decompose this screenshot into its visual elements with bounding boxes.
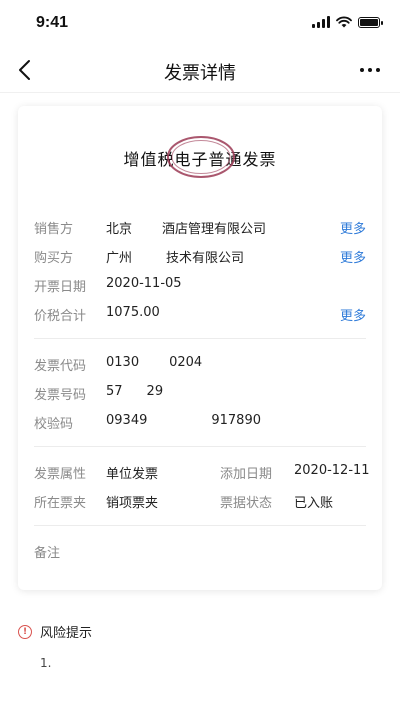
folder-label: 所在票夹 [34,496,87,511]
check-code-label: 校验码 [34,417,74,432]
invoice-stamp-icon [167,136,235,178]
total-more-link[interactable]: 更多 [340,305,366,324]
redacted-area [132,222,163,237]
invoice-code-label: 发票代码 [34,359,87,374]
issue-date-row: 开票日期 2020-11-05 [34,276,366,298]
more-dot-icon [360,68,364,72]
invoice-number-part: 57 [106,384,123,399]
page-title: 发票详情 [164,63,236,84]
wifi-icon [336,16,352,28]
buyer-value-part: 广州 [106,251,133,266]
warning-icon: ! [18,624,32,639]
buyer-value-part: 技术有限公司 [166,251,245,266]
attribute-label: 发票属性 [34,467,87,482]
more-dot-icon [376,68,380,72]
divider [34,446,366,447]
issue-date-label: 开票日期 [34,280,87,295]
status-icons [312,16,383,28]
check-code-row: 校验码 09349 917890 [34,413,366,435]
seller-value-part: 北京 [106,222,133,237]
total-row: 价税合计 1075.00 更多 [34,305,366,327]
seller-value-part: 酒店管理有限公司 [162,222,267,237]
seller-value: 北京 酒店管理有限公司 [106,218,266,237]
attribute-row: 发票属性 单位发票 添加日期 2020-12-11 [34,463,370,485]
check-code-part: 09349 [106,413,148,428]
more-options-button[interactable] [356,58,384,82]
invoice-number-value: 57 29 [106,384,163,399]
risk-list-item: 1. [40,656,51,670]
seller-more-link[interactable]: 更多 [340,218,366,237]
redacted-area [147,413,212,428]
attribute-value: 单位发票 [106,467,159,482]
invoice-number-part: 29 [146,384,164,399]
add-date-value: 2020-12-11 [294,463,370,478]
total-label: 价税合计 [34,309,87,324]
nav-bar: 发票详情 [0,48,400,93]
buyer-row: 购买方 广州 技术有限公司 更多 [34,247,366,269]
redacted-area [132,251,167,266]
seller-row: 销售方 北京 酒店管理有限公司 更多 [34,218,366,240]
total-value: 1075.00 [106,305,160,320]
invoice-code-row: 发票代码 0130 0204 [34,355,366,377]
status-time: 9:41 [36,14,69,31]
risk-notice-title: 风险提示 [40,626,93,641]
remark-label: 备注 [34,546,61,561]
issue-date-value: 2020-11-05 [106,276,182,291]
redacted-area [122,384,147,399]
state-label: 票据状态 [220,496,273,511]
seller-label: 销售方 [34,222,74,237]
battery-icon [358,16,383,28]
invoice-number-row: 发票号码 57 29 [34,384,366,406]
risk-item-index: 1. [40,656,52,670]
redacted-area [139,355,170,370]
buyer-more-link[interactable]: 更多 [340,247,366,266]
risk-notice-header: ! 风险提示 [18,622,92,641]
invoice-number-label: 发票号码 [34,388,87,403]
more-dot-icon [368,68,372,72]
folder-row: 所在票夹 销项票夹 票据状态 已入账 [34,492,366,514]
status-bar: 9:41 [0,0,400,48]
cellular-signal-icon [312,16,330,28]
check-code-part: 917890 [211,413,261,428]
invoice-code-value: 0130 0204 [106,355,202,370]
invoice-card: 增值税电子普通发票 销售方 北京 酒店管理有限公司 更多 购买方 广州 技术有限公司… [18,106,382,590]
divider [34,338,366,339]
buyer-label: 购买方 [34,251,74,266]
add-date-label: 添加日期 [220,467,273,482]
state-value: 已入账 [294,496,334,511]
invoice-code-part: 0204 [169,355,203,370]
invoice-code-part: 0130 [106,355,140,370]
folder-value: 销项票夹 [106,496,159,511]
divider [34,525,366,526]
check-code-value: 09349 917890 [106,413,261,428]
buyer-value: 广州 技术有限公司 [106,247,244,266]
remark-row: 备注 [34,542,366,564]
